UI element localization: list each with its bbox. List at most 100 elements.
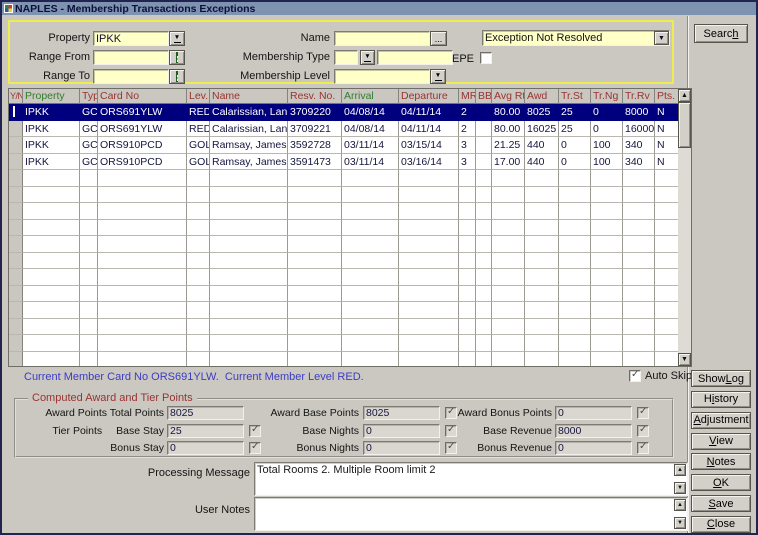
- membership-level-input[interactable]: [334, 69, 430, 84]
- table-cell: [399, 220, 459, 237]
- table-cell: [210, 302, 288, 319]
- user-notes-textarea[interactable]: ▲ ▼: [254, 497, 688, 531]
- textarea-scroll-up-icon[interactable]: ▲: [674, 499, 686, 511]
- table-cell: [187, 335, 210, 352]
- auto-skip-checkbox[interactable]: [629, 370, 641, 382]
- membership-type-code-input[interactable]: [334, 50, 358, 65]
- notes-button[interactable]: Notes: [691, 453, 751, 470]
- history-button[interactable]: History: [691, 391, 751, 408]
- table-cell: [559, 335, 591, 352]
- base-nights-label: Base Nights: [262, 424, 359, 438]
- table-row-empty[interactable]: [9, 236, 691, 253]
- table-scrollbar[interactable]: ▲ ▼: [678, 89, 691, 366]
- table-row-empty[interactable]: [9, 187, 691, 204]
- ok-button[interactable]: OK: [691, 474, 751, 491]
- table-row[interactable]: IPKKGCORS910PCDGOLDRamsay, James35927280…: [9, 137, 691, 154]
- property-lov-button[interactable]: ▼: [169, 31, 185, 46]
- textarea-scroll-down-icon[interactable]: ▼: [674, 482, 686, 494]
- textarea-scroll-up-icon[interactable]: ▲: [674, 464, 686, 476]
- table-cell: [187, 170, 210, 187]
- close-button[interactable]: Close: [691, 516, 751, 533]
- calendar-icon: [176, 52, 178, 63]
- table-cell: [23, 236, 80, 253]
- table-cell: [591, 170, 623, 187]
- search-button[interactable]: Search: [694, 24, 748, 43]
- table-row-empty[interactable]: [9, 352, 691, 367]
- table-cell: [23, 269, 80, 286]
- table-cell: [23, 319, 80, 336]
- table-cell: [342, 319, 399, 336]
- table-cell: [559, 203, 591, 220]
- table-cell: [623, 319, 655, 336]
- view-button[interactable]: View: [691, 433, 751, 450]
- award-bonus-points-label: Award Bonus Points: [456, 406, 552, 420]
- table-cell: [655, 236, 680, 253]
- table-cell: [80, 220, 98, 237]
- range-from-label: Range From: [10, 50, 90, 65]
- range-to-calendar-button[interactable]: [169, 69, 185, 84]
- total-points-field: 8025: [167, 406, 244, 420]
- table-cell: [525, 335, 559, 352]
- table-cell: [9, 319, 23, 336]
- table-cell: [591, 319, 623, 336]
- table-cell: [623, 302, 655, 319]
- table-cell: GC: [80, 121, 98, 138]
- table-row[interactable]: IPKKGCORS691YLWREDCalarissian, Lando3709…: [9, 121, 691, 138]
- processing-message-textarea[interactable]: Total Rooms 2. Multiple Room limit 2 ▲ ▼: [254, 462, 688, 496]
- membership-type-lov-button[interactable]: ▼: [360, 50, 375, 65]
- exception-status-combobox[interactable]: Exception Not Resolved ▼: [482, 30, 670, 46]
- table-cell: [210, 335, 288, 352]
- table-row-empty[interactable]: [9, 220, 691, 237]
- name-label: Name: [240, 31, 330, 46]
- table-row[interactable]: IPKKGCORS691YLWREDCalarissian, Lando3709…: [9, 104, 691, 121]
- membership-level-lov-button[interactable]: ▼: [430, 69, 446, 84]
- textarea-scroll-down-icon[interactable]: ▼: [674, 517, 686, 529]
- range-from-input[interactable]: [93, 50, 169, 65]
- property-input[interactable]: [93, 31, 169, 46]
- tier-points-label: Tier Points: [52, 424, 102, 438]
- table-row[interactable]: IPKKGCORS910PCDGOLDRamsay, James35914730…: [9, 154, 691, 171]
- scroll-thumb[interactable]: [678, 102, 691, 148]
- name-ellipsis-button[interactable]: ...: [430, 31, 447, 46]
- table-row-empty[interactable]: [9, 203, 691, 220]
- scroll-track[interactable]: [678, 148, 691, 353]
- combo-dropdown-arrow-icon[interactable]: ▼: [654, 31, 669, 45]
- table-row-empty[interactable]: [9, 253, 691, 270]
- range-from-calendar-button[interactable]: [169, 50, 185, 65]
- column-header-mr: MR: [459, 89, 476, 104]
- table-cell: [23, 220, 80, 237]
- table-row-empty[interactable]: [9, 269, 691, 286]
- table-cell: [288, 335, 342, 352]
- exception-status-value: Exception Not Resolved: [485, 32, 602, 44]
- table-cell: [23, 203, 80, 220]
- scroll-up-icon[interactable]: ▲: [678, 89, 691, 102]
- range-to-input[interactable]: [93, 69, 169, 84]
- table-row-empty[interactable]: [9, 286, 691, 303]
- table-cell: [288, 236, 342, 253]
- table-cell: [80, 236, 98, 253]
- table-cell: 03/11/14: [342, 154, 399, 171]
- adjustment-button[interactable]: Adjustment: [691, 412, 751, 429]
- table-cell: [476, 220, 492, 237]
- show-log-button[interactable]: Show Log: [691, 370, 751, 387]
- table-row-empty[interactable]: [9, 319, 691, 336]
- table-row-empty[interactable]: [9, 302, 691, 319]
- epe-checkbox[interactable]: [480, 52, 492, 64]
- table-cell: [655, 187, 680, 204]
- table-cell: 3591473: [288, 154, 342, 171]
- table-cell: [342, 302, 399, 319]
- save-button[interactable]: Save: [691, 495, 751, 512]
- table-cell: [655, 269, 680, 286]
- table-cell: [98, 269, 187, 286]
- table-cell: [23, 335, 80, 352]
- table-cell: [591, 253, 623, 270]
- table-cell: [655, 170, 680, 187]
- name-input[interactable]: [334, 31, 430, 46]
- table-cell: [591, 187, 623, 204]
- table-row-empty[interactable]: [9, 170, 691, 187]
- table-row-empty[interactable]: [9, 335, 691, 352]
- table-cell: 16000: [623, 121, 655, 138]
- scroll-down-icon[interactable]: ▼: [678, 353, 691, 366]
- auto-skip-label: Auto Skip: [645, 370, 692, 382]
- table-cell: [9, 137, 23, 154]
